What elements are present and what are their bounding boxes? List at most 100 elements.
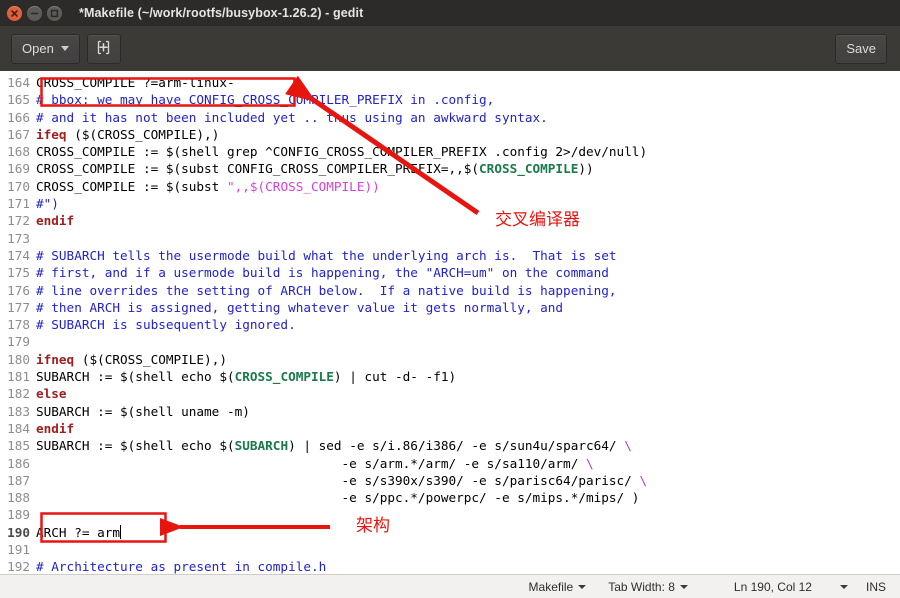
line-number: 191 [7,542,30,558]
code-token: SUBARCH [234,438,289,454]
code-token: endif [36,420,75,436]
code-token: ) | cut -d- -f1) [333,369,457,385]
line-number: 182 [7,386,30,402]
toolbar-right-group: Save [835,33,900,64]
code-line[interactable]: 182 else [0,385,647,402]
toolbar: Open Save [0,26,900,72]
code-token: SUBARCH := $(shell echo $( [36,438,235,454]
code-line[interactable]: 184 endif [0,420,647,437]
code-line[interactable]: 169 CROSS_COMPILE := $(subst CONFIG_CROSS… [0,160,647,177]
code-token: CROSS_COMPILE [234,369,334,385]
line-number: 169 [7,161,30,177]
line-number: 183 [7,403,30,419]
tab-width-selector[interactable]: Tab Width: 8 [608,580,688,594]
code-line[interactable]: 181 SUBARCH := $(shell echo $(CROSS_COMPI… [0,368,647,385]
code-line[interactable]: 183 SUBARCH := $(shell uname -m) [0,403,647,420]
line-number: 174 [7,247,30,263]
code-line[interactable]: 180 ifneq ($(CROSS_COMPILE),) [0,351,647,368]
code-token: ) | sed -e s/i.86/i386/ -e s/sun4u/sparc… [288,438,625,454]
code-token: CROSS_COMPILE := $(subst [36,178,227,194]
code-line[interactable]: 187 -e s/s390x/s390/ -e s/parisc64/paris… [0,472,647,489]
code-token: \ [585,455,594,471]
code-token: ($(CROSS_COMPILE),) [66,126,220,142]
status-bar: Makefile Tab Width: 8 Ln 190, Col 12 INS [0,574,900,598]
code-line[interactable]: 177 # then ARCH is assigned, getting what… [0,299,647,316]
line-number: 164 [7,75,30,90]
window-controls [0,5,62,21]
arch-annotation-label: 架构 [356,516,390,536]
code-token: ($(CROSS_COMPILE),) [74,351,227,367]
code-line[interactable]: 186 -e s/arm.*/arm/ -e s/sa110/arm/ \ [0,455,647,472]
code-line[interactable]: 167 ifeq ($(CROSS_COMPILE),) [0,126,647,143]
text-editor-area[interactable]: 164 CROSS_COMPILE ?=arm-linux- 165 # bbox: … [0,71,900,574]
maximize-button[interactable] [47,5,62,21]
tab-width-label: Tab Width: 8 [608,580,675,594]
code-line[interactable]: 190 ARCH ?= arm [0,524,647,541]
line-number: 180 [7,351,30,367]
line-number: 168 [7,144,30,160]
code-token: )) [578,161,594,177]
line-number: 179 [7,334,30,350]
new-document-icon [95,39,112,59]
code-token: # SUBARCH tells the usermode build what … [36,247,617,263]
code-line[interactable]: 185 SUBARCH := $(shell echo $(SUBARCH) | … [0,437,647,454]
code-line[interactable]: 188 -e s/ppc.*/powerpc/ -e s/mips.*/mips… [0,489,647,506]
line-number: 167 [7,126,30,142]
line-number: 184 [7,420,30,436]
code-line[interactable]: 165 # bbox: we may have CONFIG_CROSS_COMP… [0,91,647,108]
code-token: -e s/ppc.*/powerpc/ -e s/mips.*/mips/ ) [36,490,640,506]
line-number: 176 [7,282,30,298]
code-token: SUBARCH := $(shell uname -m) [36,403,250,419]
code-token: #") [36,196,59,212]
code-token: \ [639,472,648,488]
insert-mode-label: INS [865,580,886,594]
insert-mode-indicator: INS [866,580,900,594]
code-token: # line overrides the setting of ARCH bel… [36,282,617,298]
source-code[interactable]: 164 CROSS_COMPILE ?=arm-linux- 165 # bbox: … [0,74,647,574]
code-token: # Architecture as present in compile.h [36,559,327,574]
code-line[interactable]: 192 # Architecture as present in compile.… [0,558,647,574]
new-document-button[interactable] [86,33,121,64]
code-line[interactable]: 179 [0,333,647,350]
chevron-down-icon [839,585,848,589]
language-label: Makefile [528,580,574,594]
code-line[interactable]: 173 [0,230,647,247]
line-number: 165 [7,92,30,108]
code-line[interactable]: 189 [0,506,647,523]
line-number: 185 [7,438,30,454]
minimize-button[interactable] [27,5,42,21]
code-line[interactable]: 178 # SUBARCH is subsequently ignored. [0,316,647,333]
text-cursor [120,524,122,539]
language-selector[interactable]: Makefile [529,580,587,594]
line-number: 192 [7,559,30,574]
code-token: ",,$(CROSS_COMPILE)) [226,178,380,194]
code-line[interactable]: 170 CROSS_COMPILE := $(subst ",,$(CROSS_C… [0,178,647,195]
open-button[interactable]: Open [11,33,80,64]
code-line[interactable]: 164 CROSS_COMPILE ?=arm-linux- [0,74,647,91]
line-number: 187 [7,472,30,488]
line-number: 190 [7,524,30,540]
code-line[interactable]: 168 CROSS_COMPILE := $(shell grep ^CONFIG… [0,143,647,160]
line-number: 177 [7,299,30,315]
position-dropdown[interactable] [839,585,848,589]
code-line[interactable]: 176 # line overrides the setting of ARCH … [0,282,647,299]
chevron-down-icon [60,46,69,51]
code-token: -e s/arm.*/arm/ -e s/sa110/arm/ [36,455,586,471]
chevron-down-icon [578,585,587,589]
title-bar: *Makefile (~/work/rootfs/busybox-1.26.2)… [0,0,900,26]
code-token: # bbox: we may have CONFIG_CROSS_COMPILE… [36,92,495,108]
code-token: # and it has not been included yet .. th… [36,109,548,125]
code-line[interactable]: 175 # first, and if a usermode build is h… [0,264,647,281]
code-token: CROSS_COMPILE := $(subst CONFIG_CROSS_CO… [36,161,480,177]
line-number: 189 [7,507,30,523]
code-token: else [36,386,67,402]
code-line[interactable]: 191 [0,541,647,558]
code-line[interactable]: 174 # SUBARCH tells the usermode build wh… [0,247,647,264]
save-button[interactable]: Save [835,33,887,64]
line-number: 175 [7,265,30,281]
code-line[interactable]: 166 # and it has not been included yet ..… [0,109,647,126]
close-button[interactable] [7,5,22,21]
line-number: 186 [7,455,30,471]
code-token: CROSS_COMPILE ?=arm-linux- [36,75,235,90]
code-token: # then ARCH is assigned, getting whateve… [36,299,564,315]
